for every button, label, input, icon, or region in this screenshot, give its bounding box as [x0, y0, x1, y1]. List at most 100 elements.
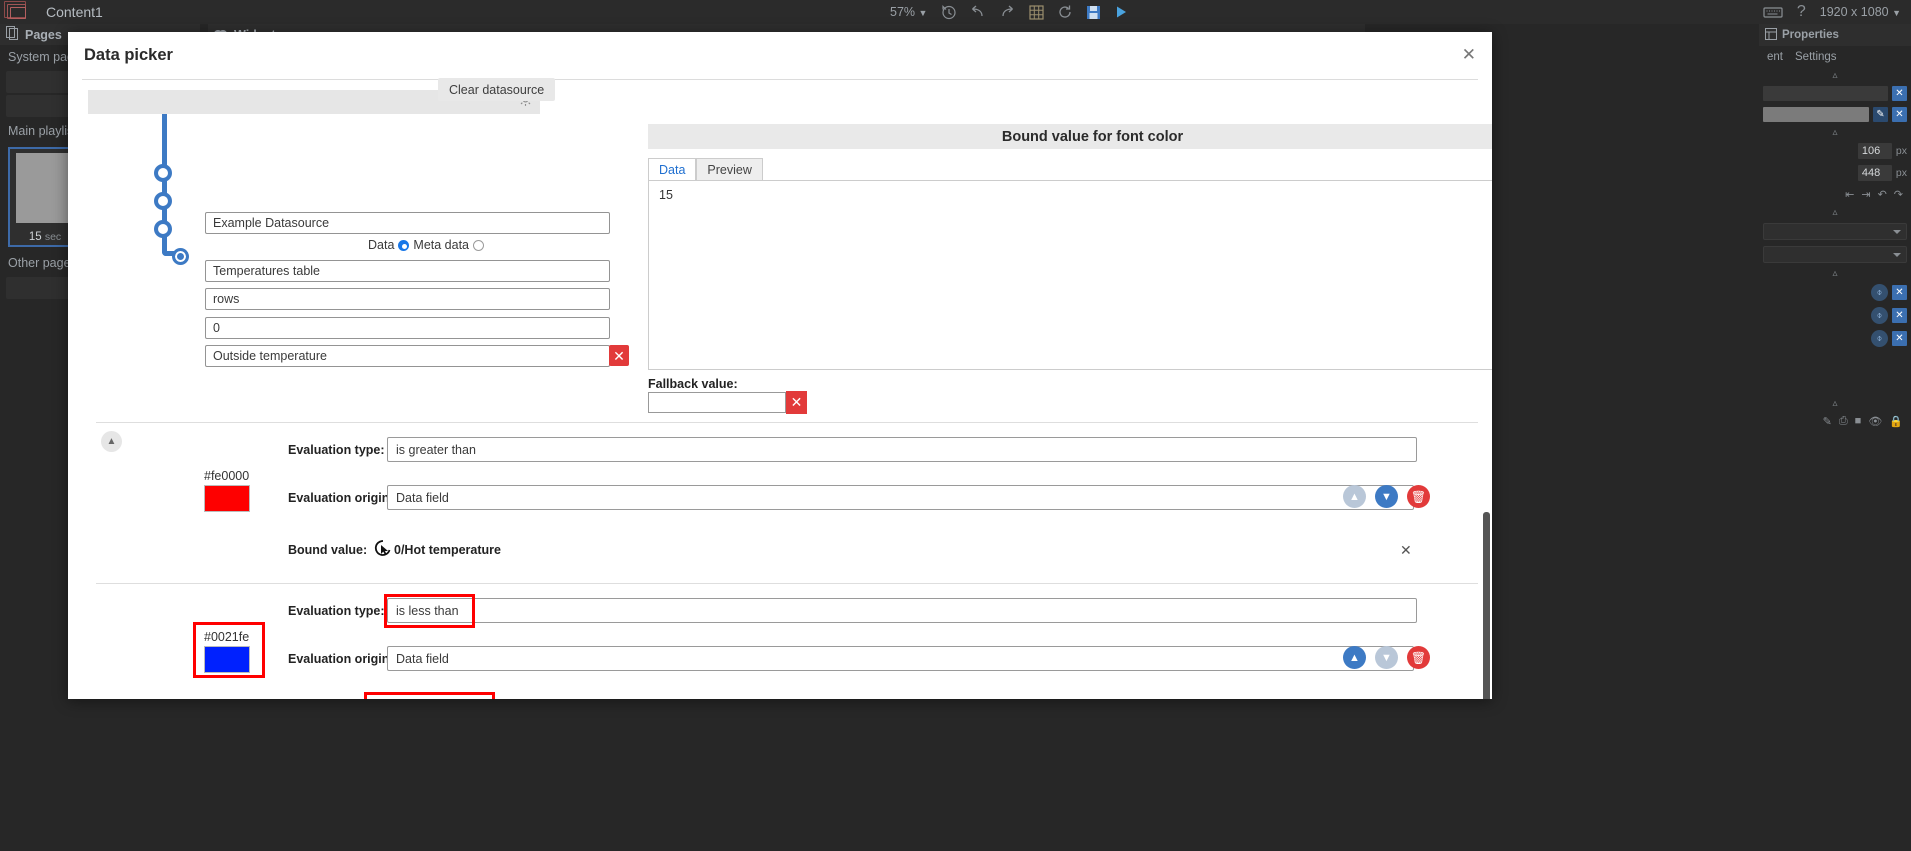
data-binding-icon[interactable]: ⌽: [1871, 330, 1888, 347]
toolbar-actions: 57% ▼: [890, 0, 1128, 24]
data-radio[interactable]: [398, 239, 410, 251]
save-disk-icon[interactable]: [1086, 5, 1101, 20]
tab-settings[interactable]: Settings: [1795, 51, 1837, 63]
evaluation-origin-select[interactable]: Data field: [387, 485, 1414, 510]
evaluation-type-select[interactable]: is greater than: [387, 437, 1417, 462]
page-duration-unit: sec: [44, 231, 62, 243]
close-icon[interactable]: ✕: [1892, 308, 1907, 323]
pencil-icon[interactable]: ✎: [1823, 415, 1832, 428]
redo-arrow-icon[interactable]: [999, 5, 1016, 19]
dropdown-property-row: [1759, 220, 1911, 243]
binding-row: ⌽ ✕: [1759, 304, 1911, 327]
section-collapse-icon[interactable]: ▵: [1759, 396, 1911, 411]
remove-bound-value-button[interactable]: ✕: [1400, 542, 1412, 559]
keyboard-icon[interactable]: [1763, 5, 1783, 19]
section-collapse-icon[interactable]: ▵: [1759, 125, 1911, 140]
dialog-header: Data picker ✕: [68, 32, 1492, 79]
datasource-tree-connector: [154, 114, 198, 289]
property-select[interactable]: [1763, 246, 1907, 263]
property-field[interactable]: [1763, 86, 1888, 101]
question-mark-icon[interactable]: ?: [1797, 4, 1806, 20]
fallback-value-input[interactable]: [648, 392, 786, 413]
preview-tabs: Data Preview: [648, 158, 763, 180]
zoom-level-dropdown[interactable]: 57% ▼: [890, 5, 927, 19]
property-swatch[interactable]: [1763, 107, 1869, 122]
field-select[interactable]: Outside temperature: [205, 345, 610, 367]
width-property-row: 106 px: [1759, 140, 1911, 162]
color-hex-label: #0021fe: [204, 630, 250, 644]
refresh-icon[interactable]: [1057, 4, 1073, 20]
rotate-left-icon[interactable]: ↶: [1878, 188, 1887, 201]
close-icon[interactable]: ✕: [1892, 331, 1907, 346]
close-icon[interactable]: ✕: [1892, 285, 1907, 300]
data-binding-icon[interactable]: ⌽: [1871, 307, 1888, 324]
play-icon[interactable]: [1114, 5, 1128, 19]
properties-panel: Properties ent Settings ▵ ✕ ✎ ✕ ▵ 106 px…: [1759, 24, 1911, 851]
page-duration-value: 15: [28, 231, 42, 243]
clear-fallback-button[interactable]: ✕: [786, 391, 807, 414]
section-collapse-icon[interactable]: ▵: [1759, 205, 1911, 220]
dialog-title: Data picker: [84, 46, 173, 64]
move-rule-up-button[interactable]: ▲: [1343, 646, 1366, 669]
tab-preview[interactable]: Preview: [696, 158, 763, 180]
app-logo-icon: [4, 1, 32, 23]
section-collapse-icon[interactable]: ▵: [1759, 68, 1911, 83]
pages-panel-title: Pages: [25, 27, 62, 42]
edit-pencil-icon[interactable]: ✎: [1873, 107, 1888, 122]
evaluation-origin-label: Evaluation origin:: [288, 491, 394, 505]
evaluation-origin-select[interactable]: Data field: [387, 646, 1414, 671]
group-icon[interactable]: ■: [1855, 415, 1862, 428]
delete-field-button[interactable]: ✕: [609, 345, 629, 366]
align-left-icon[interactable]: ⇤: [1845, 188, 1854, 201]
height-input[interactable]: 448: [1857, 165, 1892, 181]
data-binding-icon[interactable]: ⌽: [1871, 284, 1888, 301]
fallback-value-label: Fallback value:: [648, 377, 738, 391]
section-collapse-icon[interactable]: ▵: [1759, 266, 1911, 281]
dialog-scrollbar[interactable]: [1483, 512, 1490, 699]
eye-icon[interactable]: 👁: [1868, 415, 1882, 428]
move-rule-up-button[interactable]: ▲: [1343, 485, 1366, 508]
bound-value-label: Bound value:: [288, 543, 368, 557]
data-radio-label: Data: [368, 238, 395, 252]
lock-icon[interactable]: 🔒: [1889, 415, 1903, 428]
clear-datasource-button[interactable]: Clear datasource: [438, 78, 556, 101]
rule-action-buttons: ▲ ▼ 🗑: [1343, 485, 1430, 508]
move-rule-down-button[interactable]: ▼: [1375, 646, 1398, 669]
duplicate-icon[interactable]: ⎙: [1839, 415, 1848, 428]
index-select[interactable]: 0: [205, 317, 610, 339]
width-input[interactable]: 106: [1857, 143, 1892, 159]
field-select-wrap: Outside temperature: [205, 345, 610, 367]
tab-data[interactable]: Data: [648, 158, 697, 180]
close-icon[interactable]: ✕: [1892, 86, 1907, 101]
delete-rule-button[interactable]: 🗑: [1407, 485, 1430, 508]
properties-icon: [1765, 27, 1777, 43]
data-metadata-radio-group: Data Meta data: [368, 238, 484, 252]
metadata-radio[interactable]: [473, 239, 484, 251]
close-icon[interactable]: ✕: [1892, 107, 1907, 122]
width-unit: px: [1895, 145, 1907, 157]
rows-select-wrap: rows: [205, 288, 610, 310]
evaluation-type-label: Evaluation type:: [288, 443, 385, 457]
history-clock-icon[interactable]: [940, 4, 957, 20]
align-right-icon[interactable]: ⇥: [1861, 188, 1870, 201]
move-rule-down-button[interactable]: ▼: [1375, 485, 1398, 508]
table-select[interactable]: Temperatures table: [205, 260, 610, 282]
zoom-level-value: 57%: [890, 5, 916, 19]
undo-arrow-icon[interactable]: [969, 5, 986, 19]
evaluation-origin-label: Evaluation origin:: [288, 652, 394, 666]
delete-rule-button[interactable]: 🗑: [1407, 646, 1430, 669]
tree-node-selected: [172, 248, 189, 265]
binding-row: ⌽ ✕: [1759, 281, 1911, 304]
properties-panel-header[interactable]: Properties: [1759, 24, 1911, 46]
property-select[interactable]: [1763, 223, 1907, 240]
pick-cursor-icon[interactable]: [374, 539, 392, 562]
tab-content[interactable]: ent: [1767, 51, 1783, 63]
datasource-select[interactable]: Example Datasource: [205, 212, 610, 234]
rows-select[interactable]: rows: [205, 288, 610, 310]
rotate-right-icon[interactable]: ↷: [1894, 188, 1903, 201]
close-icon[interactable]: ✕: [1462, 46, 1476, 63]
grid-icon[interactable]: [1029, 4, 1045, 20]
evaluation-type-select[interactable]: is less than: [387, 598, 1417, 623]
resolution-dropdown[interactable]: 1920 x 1080 ▼: [1820, 5, 1901, 19]
data-content-box[interactable]: 15: [648, 180, 1492, 370]
